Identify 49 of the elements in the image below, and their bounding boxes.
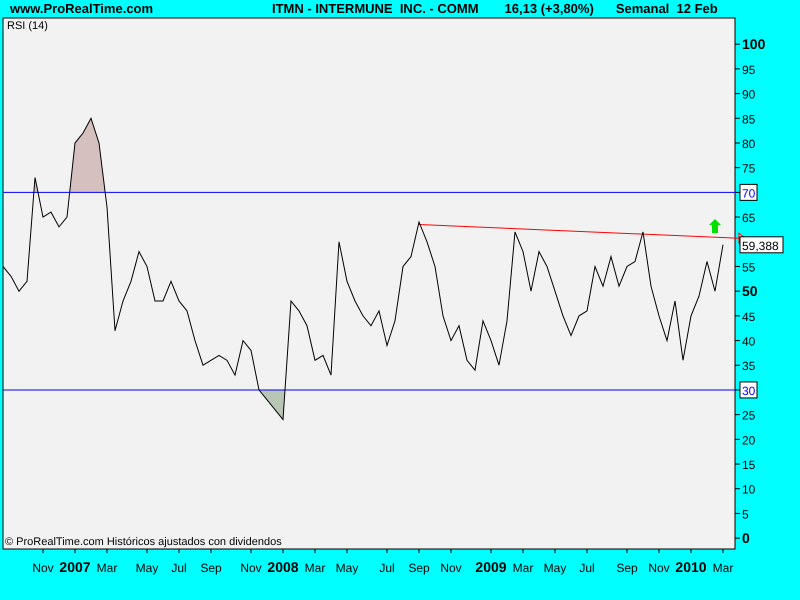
y-axis-label: 10 bbox=[742, 482, 756, 497]
x-axis-label: 2008 bbox=[267, 559, 299, 575]
x-axis-label: May bbox=[336, 561, 358, 575]
price-change: 16,13 (+3,80%) bbox=[504, 1, 594, 16]
x-axis-label: Mar bbox=[712, 561, 734, 575]
period-date: Semanal 12 Feb bbox=[616, 1, 718, 16]
x-axis-label: Jul bbox=[171, 561, 187, 575]
y-axis-label: 75 bbox=[742, 162, 756, 176]
indicator-label: RSI (14) bbox=[7, 20, 48, 32]
y-axis-label: 85 bbox=[742, 112, 756, 126]
y-axis-label: 40 bbox=[742, 334, 756, 349]
y-axis-label: 95 bbox=[742, 62, 756, 77]
up-arrow-icon bbox=[709, 218, 721, 233]
x-axis-label: 2007 bbox=[59, 559, 91, 575]
y-axis-label: 35 bbox=[742, 359, 756, 374]
x-axis-label: Mar bbox=[96, 561, 118, 575]
y-axis-label: 45 bbox=[742, 310, 756, 324]
y-axis-label: 15 bbox=[742, 458, 756, 472]
x-axis-label: Nov bbox=[240, 561, 262, 575]
x-axis-label: Sep bbox=[616, 561, 638, 575]
level-label: 30 bbox=[740, 381, 758, 398]
x-axis-label: Mar bbox=[304, 561, 326, 575]
x-axis-label: Sep bbox=[408, 561, 430, 575]
instrument-title: ITMN - INTERMUNE INC. - COMM bbox=[272, 1, 479, 16]
y-axis-label: 65 bbox=[742, 211, 756, 226]
y-axis-label: 25 bbox=[742, 408, 756, 423]
y-axis-label: 50 bbox=[742, 283, 758, 300]
x-axis-label: Jul bbox=[379, 561, 395, 575]
x-axis-label: May bbox=[136, 561, 158, 575]
x-axis-label: Nov bbox=[440, 561, 462, 575]
x-axis-label: Nov bbox=[32, 561, 54, 575]
y-axis-label: 55 bbox=[742, 260, 756, 274]
x-axis-label: Sep bbox=[200, 561, 222, 575]
y-axis-label: 0 bbox=[742, 530, 750, 546]
y-axis-label: 5 bbox=[742, 507, 749, 522]
y-axis-label: 20 bbox=[742, 433, 756, 448]
current-value-label: 59,388 bbox=[740, 236, 784, 254]
x-axis-label: Jul bbox=[579, 561, 595, 575]
y-axis-label: 80 bbox=[742, 136, 756, 151]
x-axis-label: Mar bbox=[512, 561, 534, 575]
footer-note: © ProRealTime.com Históricos ajustados con dividendos bbox=[5, 536, 282, 548]
x-axis-label: 2009 bbox=[475, 559, 507, 575]
x-axis-label: Nov bbox=[648, 561, 670, 575]
y-axis-label: 90 bbox=[742, 88, 756, 102]
y-axis-label: 100 bbox=[742, 36, 766, 52]
x-axis-label: 2010 bbox=[675, 559, 707, 575]
x-axis-label: May bbox=[544, 561, 566, 575]
level-label: 70 bbox=[740, 184, 758, 201]
site-url: www.ProRealTime.com bbox=[10, 1, 154, 16]
